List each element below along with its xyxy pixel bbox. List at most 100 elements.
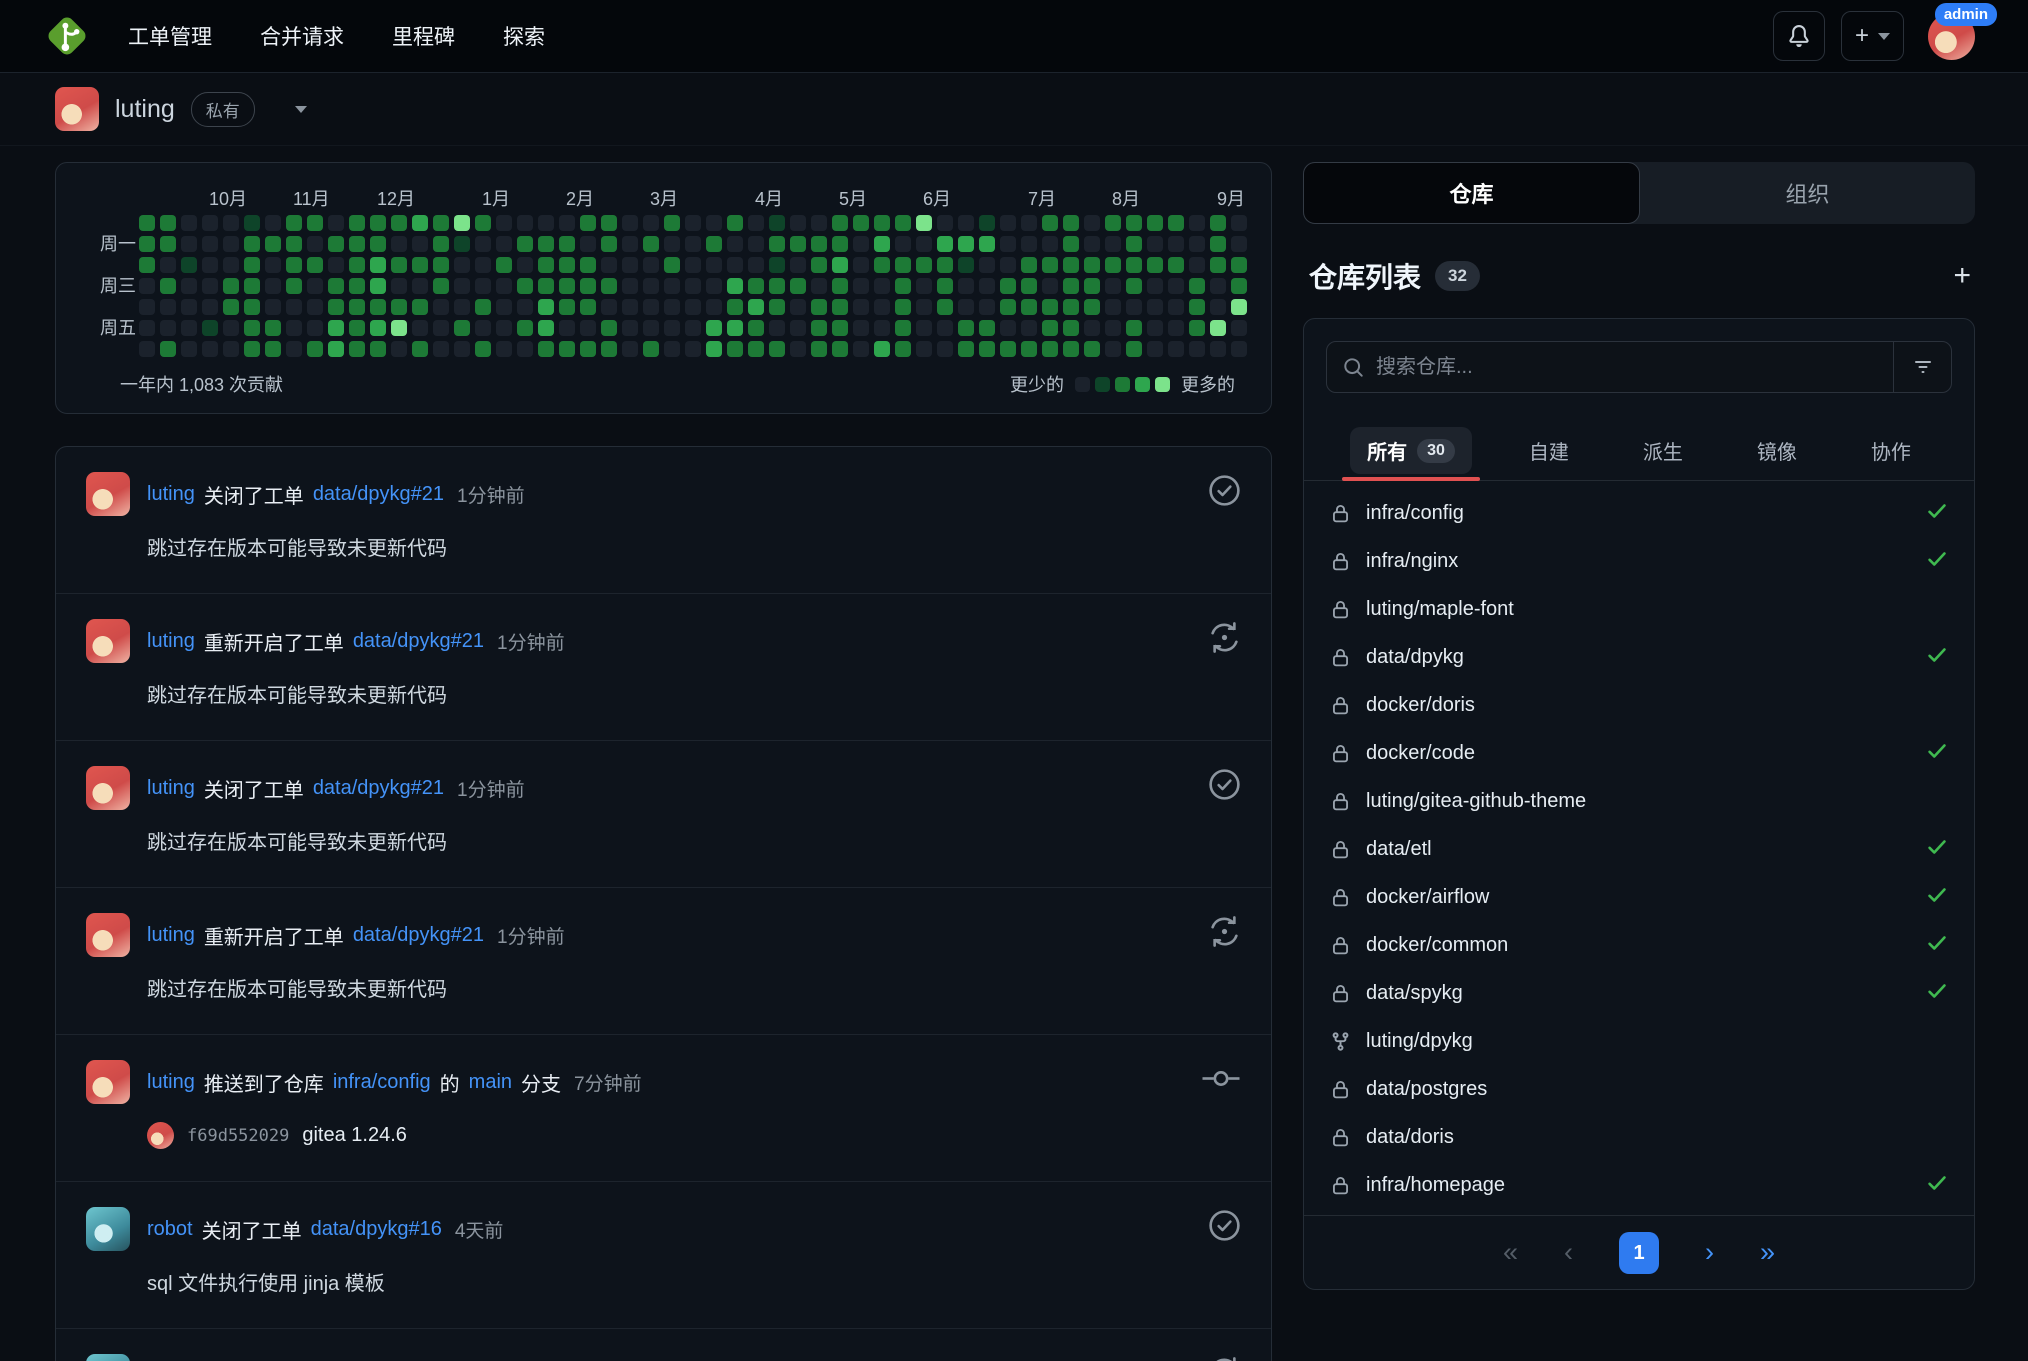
heatmap-cell[interactable] bbox=[265, 215, 281, 231]
repo-list-item[interactable]: infra/homepage bbox=[1330, 1161, 1948, 1209]
repo-list-item[interactable]: data/doris bbox=[1330, 1113, 1948, 1161]
heatmap-cell[interactable] bbox=[370, 215, 386, 231]
heatmap-cell[interactable] bbox=[832, 299, 848, 315]
heatmap-cell[interactable] bbox=[958, 215, 974, 231]
chevron-down-icon[interactable] bbox=[295, 106, 307, 113]
heatmap-cell[interactable] bbox=[853, 299, 869, 315]
repo-list-item[interactable]: luting/dpykg bbox=[1330, 1017, 1948, 1065]
heatmap-cell[interactable] bbox=[517, 299, 533, 315]
heatmap-cell[interactable] bbox=[706, 215, 722, 231]
heatmap-cell[interactable] bbox=[1000, 341, 1016, 357]
heatmap-cell[interactable] bbox=[580, 215, 596, 231]
heatmap-cell[interactable] bbox=[790, 215, 806, 231]
heatmap-cell[interactable] bbox=[1063, 278, 1079, 294]
heatmap-cell[interactable] bbox=[1000, 257, 1016, 273]
heatmap-cell[interactable] bbox=[160, 215, 176, 231]
feed-link[interactable]: data/dpykg#21 bbox=[313, 483, 444, 506]
heatmap-cell[interactable] bbox=[1126, 278, 1142, 294]
heatmap-cell[interactable] bbox=[391, 278, 407, 294]
heatmap-cell[interactable] bbox=[1189, 341, 1205, 357]
heatmap-cell[interactable] bbox=[748, 299, 764, 315]
heatmap-cell[interactable] bbox=[853, 257, 869, 273]
heatmap-cell[interactable] bbox=[853, 320, 869, 336]
heatmap-cell[interactable] bbox=[307, 320, 323, 336]
heatmap-cell[interactable] bbox=[559, 341, 575, 357]
heatmap-cell[interactable] bbox=[958, 320, 974, 336]
heatmap-cell[interactable] bbox=[874, 257, 890, 273]
heatmap-cell[interactable] bbox=[916, 341, 932, 357]
heatmap-cell[interactable] bbox=[853, 278, 869, 294]
heatmap-cell[interactable] bbox=[916, 215, 932, 231]
heatmap-cell[interactable] bbox=[979, 341, 995, 357]
heatmap-cell[interactable] bbox=[1210, 341, 1226, 357]
heatmap-cell[interactable] bbox=[1042, 299, 1058, 315]
heatmap-cell[interactable] bbox=[748, 320, 764, 336]
repo-list-item[interactable]: luting/maple-font bbox=[1330, 585, 1948, 633]
heatmap-cell[interactable] bbox=[1168, 299, 1184, 315]
nav-item-pulls[interactable]: 合并请求 bbox=[260, 21, 344, 51]
create-new-button[interactable]: + bbox=[1841, 11, 1904, 61]
heatmap-cell[interactable] bbox=[412, 257, 428, 273]
repo-filter-all[interactable]: 所有30 bbox=[1348, 421, 1474, 480]
heatmap-cell[interactable] bbox=[265, 299, 281, 315]
heatmap-cell[interactable] bbox=[811, 236, 827, 252]
heatmap-cell[interactable] bbox=[601, 341, 617, 357]
heatmap-cell[interactable] bbox=[958, 278, 974, 294]
heatmap-cell[interactable] bbox=[622, 341, 638, 357]
feed-link[interactable]: luting bbox=[147, 777, 195, 800]
heatmap-cell[interactable] bbox=[496, 278, 512, 294]
gitea-logo-icon[interactable] bbox=[40, 9, 94, 63]
heatmap-cell[interactable] bbox=[454, 278, 470, 294]
heatmap-cell[interactable] bbox=[1168, 236, 1184, 252]
heatmap-cell[interactable] bbox=[370, 299, 386, 315]
heatmap-cell[interactable] bbox=[139, 257, 155, 273]
heatmap-cell[interactable] bbox=[223, 257, 239, 273]
heatmap-cell[interactable] bbox=[727, 236, 743, 252]
heatmap-cell[interactable] bbox=[307, 341, 323, 357]
heatmap-cell[interactable] bbox=[916, 236, 932, 252]
heatmap-cell[interactable] bbox=[895, 341, 911, 357]
repo-list-item[interactable]: data/dpykg bbox=[1330, 633, 1948, 681]
heatmap-cell[interactable] bbox=[874, 299, 890, 315]
heatmap-cell[interactable] bbox=[1084, 257, 1100, 273]
heatmap-cell[interactable] bbox=[790, 257, 806, 273]
heatmap-cell[interactable] bbox=[643, 320, 659, 336]
heatmap-cell[interactable] bbox=[496, 236, 512, 252]
heatmap-cell[interactable] bbox=[475, 215, 491, 231]
heatmap-cell[interactable] bbox=[1105, 320, 1121, 336]
heatmap-cell[interactable] bbox=[979, 215, 995, 231]
heatmap-cell[interactable] bbox=[244, 215, 260, 231]
heatmap-cell[interactable] bbox=[811, 320, 827, 336]
heatmap-cell[interactable] bbox=[958, 299, 974, 315]
heatmap-cell[interactable] bbox=[1189, 257, 1205, 273]
heatmap-cell[interactable] bbox=[748, 257, 764, 273]
feed-link[interactable]: data/dpykg#16 bbox=[311, 1218, 442, 1241]
repo-list-item[interactable]: docker/code bbox=[1330, 729, 1948, 777]
heatmap-cell[interactable] bbox=[475, 320, 491, 336]
heatmap-cell[interactable] bbox=[244, 236, 260, 252]
heatmap-cell[interactable] bbox=[265, 341, 281, 357]
heatmap-cell[interactable] bbox=[685, 278, 701, 294]
heatmap-cell[interactable] bbox=[517, 236, 533, 252]
heatmap-cell[interactable] bbox=[160, 257, 176, 273]
heatmap-cell[interactable] bbox=[895, 299, 911, 315]
heatmap-cell[interactable] bbox=[1084, 236, 1100, 252]
heatmap-cell[interactable] bbox=[664, 215, 680, 231]
heatmap-cell[interactable] bbox=[1105, 278, 1121, 294]
heatmap-cell[interactable] bbox=[223, 320, 239, 336]
repo-filter-button[interactable] bbox=[1893, 342, 1951, 392]
heatmap-cell[interactable] bbox=[1042, 236, 1058, 252]
heatmap-cell[interactable] bbox=[181, 236, 197, 252]
heatmap-cell[interactable] bbox=[790, 320, 806, 336]
heatmap-cell[interactable] bbox=[370, 341, 386, 357]
heatmap-cell[interactable] bbox=[1084, 215, 1100, 231]
heatmap-cell[interactable] bbox=[685, 257, 701, 273]
heatmap-cell[interactable] bbox=[1042, 278, 1058, 294]
heatmap-cell[interactable] bbox=[1063, 215, 1079, 231]
heatmap-cell[interactable] bbox=[1105, 236, 1121, 252]
pagination-prev-button[interactable]: ‹ bbox=[1564, 1239, 1573, 1266]
heatmap-cell[interactable] bbox=[1147, 320, 1163, 336]
heatmap-cell[interactable] bbox=[580, 278, 596, 294]
heatmap-cell[interactable] bbox=[538, 257, 554, 273]
repo-list-item[interactable]: data/postgres bbox=[1330, 1065, 1948, 1113]
